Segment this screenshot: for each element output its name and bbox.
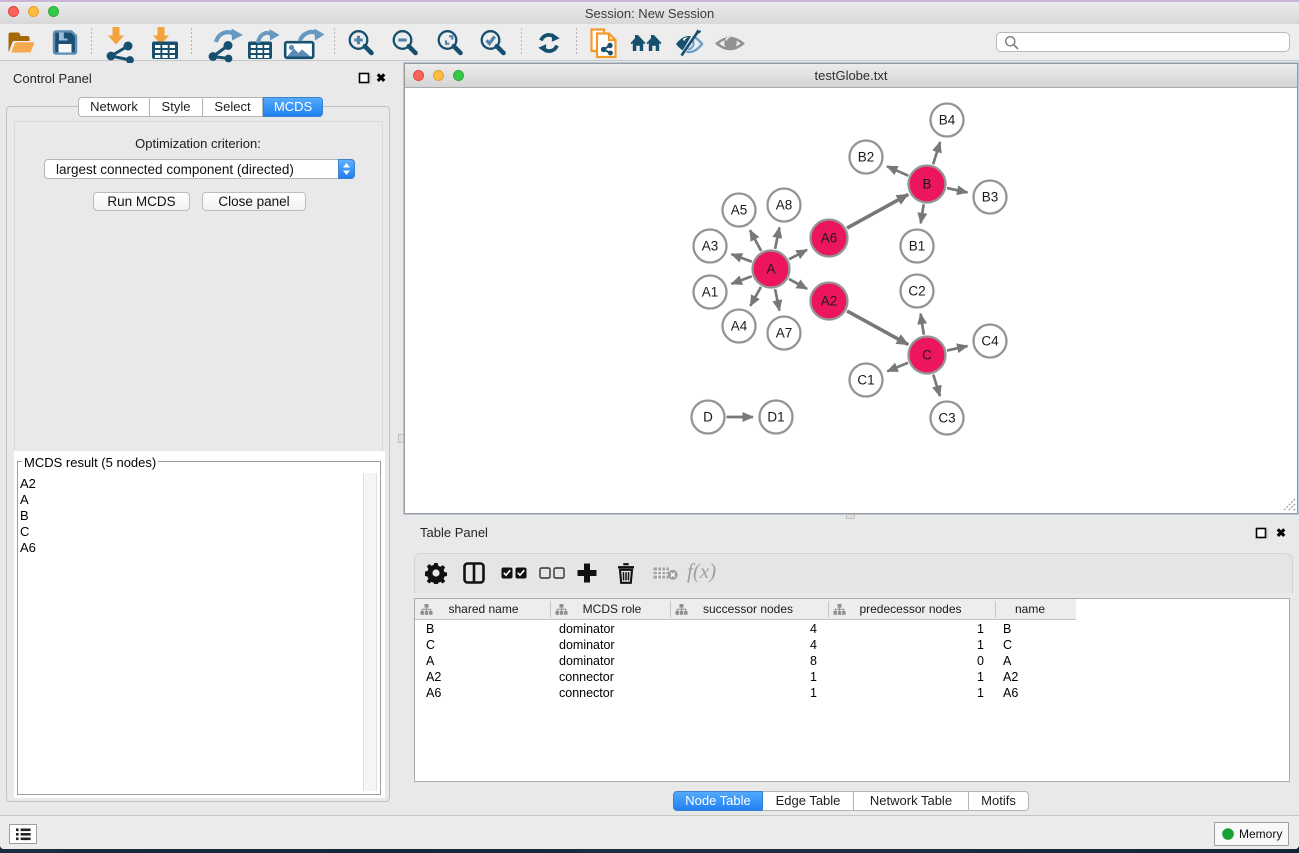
svg-text:D1: D1 (767, 410, 784, 425)
svg-text:A2: A2 (821, 294, 838, 309)
svg-text:B2: B2 (858, 150, 875, 165)
svg-text:C1: C1 (857, 373, 874, 388)
svg-text:B1: B1 (909, 239, 926, 254)
svg-text:A1: A1 (702, 285, 719, 300)
svg-text:C2: C2 (908, 284, 925, 299)
svg-text:A7: A7 (776, 326, 793, 341)
svg-text:A4: A4 (731, 319, 748, 334)
svg-text:A8: A8 (776, 198, 793, 213)
svg-text:A5: A5 (731, 203, 748, 218)
svg-text:C: C (922, 348, 932, 363)
svg-text:C3: C3 (938, 411, 955, 426)
svg-text:B4: B4 (939, 113, 956, 128)
svg-text:D: D (703, 410, 713, 425)
svg-text:A: A (766, 262, 775, 277)
svg-text:C4: C4 (981, 334, 999, 349)
svg-text:A6: A6 (821, 231, 838, 246)
svg-text:B: B (922, 177, 931, 192)
svg-text:A3: A3 (702, 239, 719, 254)
svg-text:B3: B3 (982, 190, 999, 205)
